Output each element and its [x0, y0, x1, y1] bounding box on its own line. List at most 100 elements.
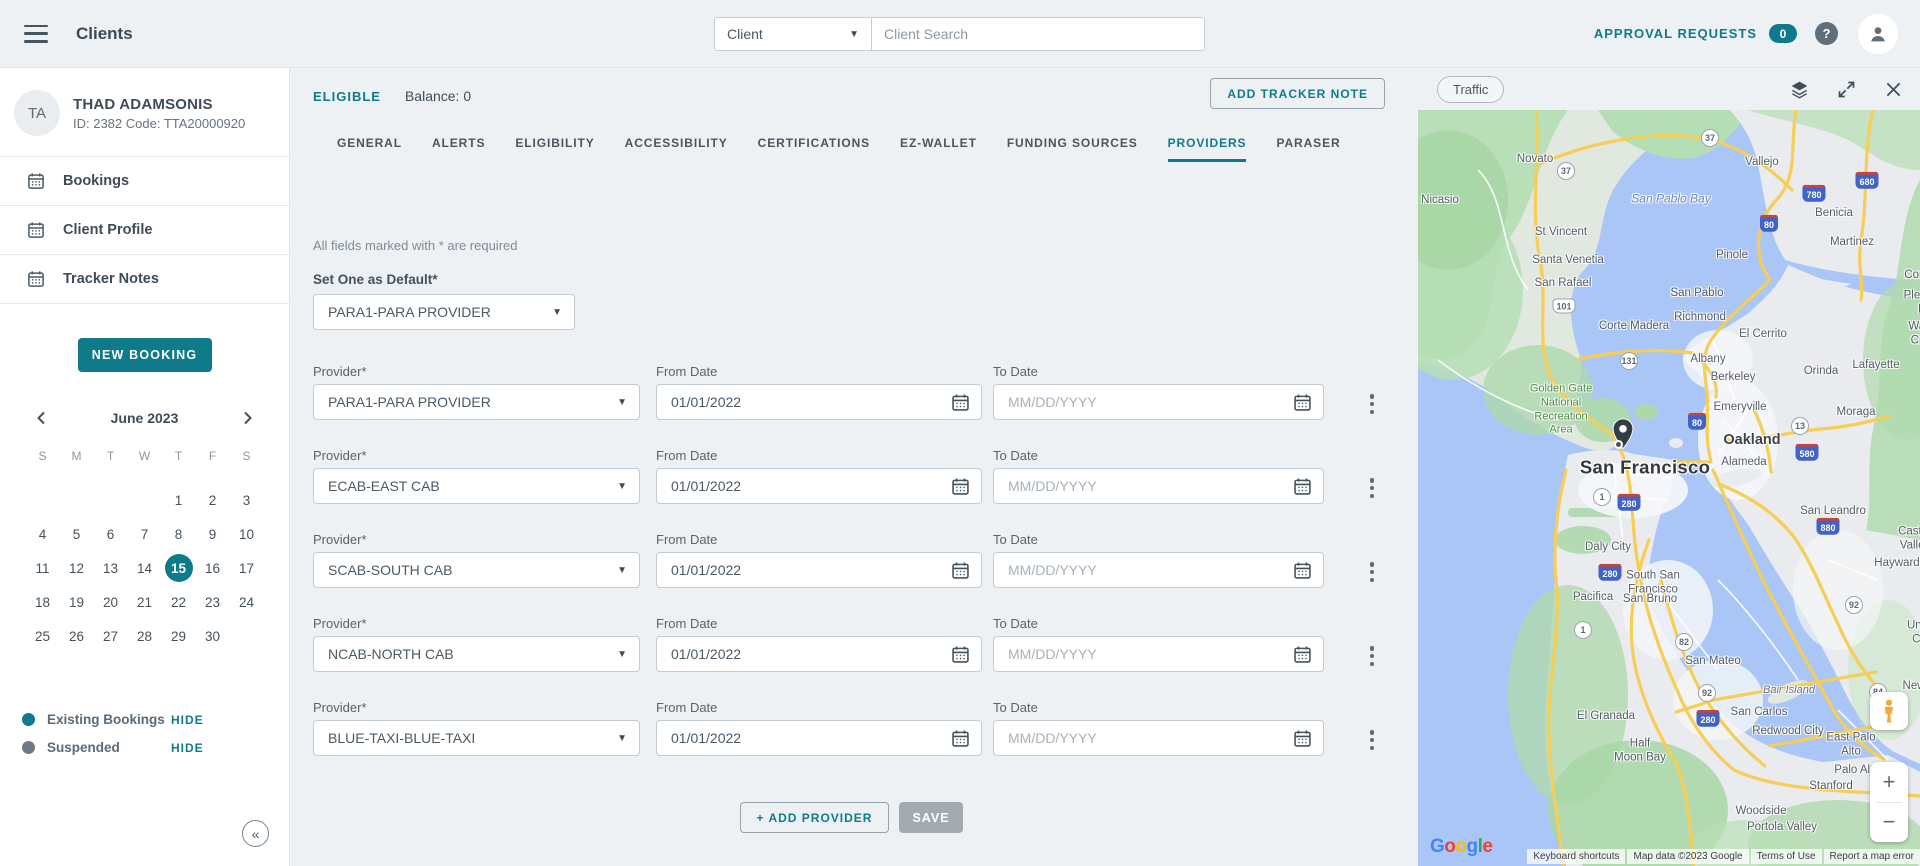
- save-button[interactable]: SAVE: [899, 802, 963, 833]
- zoom-in-button[interactable]: +: [1870, 762, 1908, 802]
- tab[interactable]: PROVIDERS: [1167, 128, 1247, 162]
- calendar-day[interactable]: [94, 486, 128, 514]
- legend-hide-link[interactable]: HIDE: [171, 713, 204, 727]
- calendar-day[interactable]: 21: [128, 588, 162, 616]
- map-secondary-marker-icon[interactable]: [1614, 440, 1623, 449]
- calendar-day[interactable]: 20: [94, 588, 128, 616]
- to-date-input[interactable]: [994, 721, 1323, 755]
- calendar-day[interactable]: 15: [162, 554, 196, 582]
- calendar-day[interactable]: 13: [94, 554, 128, 582]
- legend-hide-link[interactable]: HIDE: [171, 741, 204, 755]
- tab[interactable]: GENERAL: [337, 128, 402, 162]
- from-date-input[interactable]: [657, 553, 981, 587]
- calendar-day[interactable]: 12: [60, 554, 94, 582]
- calendar-day[interactable]: 9: [196, 520, 230, 548]
- add-tracker-note-button[interactable]: ADD TRACKER NOTE: [1210, 78, 1385, 109]
- client-search-input[interactable]: [872, 18, 1204, 50]
- from-date-label: From Date: [656, 700, 718, 715]
- calendar-day[interactable]: 11: [26, 554, 60, 582]
- to-date-input[interactable]: [994, 469, 1323, 503]
- close-icon[interactable]: [1883, 79, 1904, 100]
- attribution-link[interactable]: Report a map error: [1823, 849, 1920, 864]
- row-menu-kebab-icon[interactable]: [1363, 474, 1381, 502]
- default-provider-select[interactable]: PARA1-PARA PROVIDER ▼: [313, 294, 575, 330]
- calendar-day[interactable]: [128, 486, 162, 514]
- tab[interactable]: FUNDING SOURCES: [1007, 128, 1138, 162]
- calendar-day[interactable]: 2: [196, 486, 230, 514]
- calendar-day[interactable]: 25: [26, 622, 60, 650]
- calendar-day[interactable]: 26: [60, 622, 94, 650]
- sidebar-nav-item[interactable]: Client Profile: [0, 206, 289, 255]
- attribution-link[interactable]: Terms of Use: [1750, 849, 1822, 864]
- help-icon[interactable]: ?: [1815, 22, 1838, 45]
- calendar-day[interactable]: 8: [162, 520, 196, 548]
- client-id-code: ID: 2382 Code: TTA20000920: [73, 115, 246, 131]
- add-provider-button[interactable]: + ADD PROVIDER: [740, 802, 889, 833]
- calendar-day[interactable]: 7: [128, 520, 162, 548]
- calendar-day[interactable]: 16: [196, 554, 230, 582]
- calendar-day[interactable]: 17: [230, 554, 264, 582]
- tab[interactable]: EZ-WALLET: [900, 128, 977, 162]
- row-menu-kebab-icon[interactable]: [1363, 642, 1381, 670]
- traffic-toggle-chip[interactable]: Traffic: [1437, 75, 1505, 103]
- calendar-day[interactable]: 23: [196, 588, 230, 616]
- sidebar-nav-item[interactable]: Tracker Notes: [0, 255, 289, 304]
- calendar-next-icon[interactable]: [239, 410, 255, 426]
- provider-select[interactable]: NCAB-NORTH CAB ▼: [313, 636, 640, 672]
- new-booking-button[interactable]: NEW BOOKING: [77, 338, 212, 372]
- calendar-day[interactable]: 6: [94, 520, 128, 548]
- row-menu-kebab-icon[interactable]: [1363, 558, 1381, 586]
- tab[interactable]: ALERTS: [432, 128, 485, 162]
- layers-icon[interactable]: [1789, 79, 1810, 100]
- tab[interactable]: PARASER: [1276, 128, 1340, 162]
- row-menu-kebab-icon[interactable]: [1363, 390, 1381, 418]
- caret-down-icon: ▼: [617, 648, 627, 660]
- tab[interactable]: ELIGIBILITY: [515, 128, 594, 162]
- calendar-day[interactable]: 4: [26, 520, 60, 548]
- to-date-input[interactable]: [994, 385, 1323, 419]
- attribution-link[interactable]: Map data ©2023 Google: [1627, 849, 1749, 864]
- provider-select[interactable]: ECAB-EAST CAB ▼: [313, 468, 640, 504]
- to-date-input[interactable]: [994, 553, 1323, 587]
- search-type-dropdown[interactable]: Client ▼: [714, 17, 872, 51]
- calendar-day[interactable]: 3: [230, 486, 264, 514]
- approval-requests-link[interactable]: APPROVAL REQUESTS: [1594, 26, 1757, 41]
- hamburger-menu-icon[interactable]: [24, 24, 48, 43]
- calendar-day[interactable]: [26, 486, 60, 514]
- tab[interactable]: ACCESSIBILITY: [625, 128, 728, 162]
- attribution-link[interactable]: Keyboard shortcuts: [1527, 849, 1626, 864]
- calendar-day[interactable]: [60, 486, 94, 514]
- from-date-input[interactable]: [657, 637, 981, 671]
- calendar-day[interactable]: 30: [196, 622, 230, 650]
- calendar-day[interactable]: 24: [230, 588, 264, 616]
- from-date-input[interactable]: [657, 721, 981, 755]
- calendar-prev-icon[interactable]: [34, 410, 50, 426]
- expand-icon[interactable]: [1836, 79, 1857, 100]
- from-date-input[interactable]: [657, 469, 981, 503]
- from-date-input[interactable]: [657, 385, 981, 419]
- to-date-input[interactable]: [994, 637, 1323, 671]
- provider-select[interactable]: PARA1-PARA PROVIDER ▼: [313, 384, 640, 420]
- calendar-day[interactable]: 14: [128, 554, 162, 582]
- calendar-day[interactable]: 29: [162, 622, 196, 650]
- calendar-day[interactable]: 22: [162, 588, 196, 616]
- to-date-field: [993, 552, 1324, 588]
- provider-select[interactable]: BLUE-TAXI-BLUE-TAXI ▼: [313, 720, 640, 756]
- row-menu-kebab-icon[interactable]: [1363, 726, 1381, 754]
- street-view-pegman[interactable]: [1870, 692, 1908, 730]
- calendar-day[interactable]: 28: [128, 622, 162, 650]
- calendar-day[interactable]: [230, 622, 264, 650]
- calendar-day[interactable]: 5: [60, 520, 94, 548]
- calendar-day[interactable]: 18: [26, 588, 60, 616]
- calendar-day[interactable]: 27: [94, 622, 128, 650]
- calendar-day[interactable]: 19: [60, 588, 94, 616]
- user-avatar[interactable]: [1858, 13, 1898, 54]
- provider-select[interactable]: SCAB-SOUTH CAB ▼: [313, 552, 640, 588]
- tab[interactable]: CERTIFICATIONS: [758, 128, 870, 162]
- zoom-out-button[interactable]: −: [1870, 803, 1908, 843]
- calendar-day[interactable]: 1: [162, 486, 196, 514]
- map-canvas[interactable]: Novato Vallejo San Pablo Bay Nicasio Benicia…: [1418, 110, 1920, 866]
- sidebar-collapse-button[interactable]: «: [242, 820, 269, 847]
- sidebar-nav-item[interactable]: Bookings: [0, 157, 289, 206]
- calendar-day[interactable]: 10: [230, 520, 264, 548]
